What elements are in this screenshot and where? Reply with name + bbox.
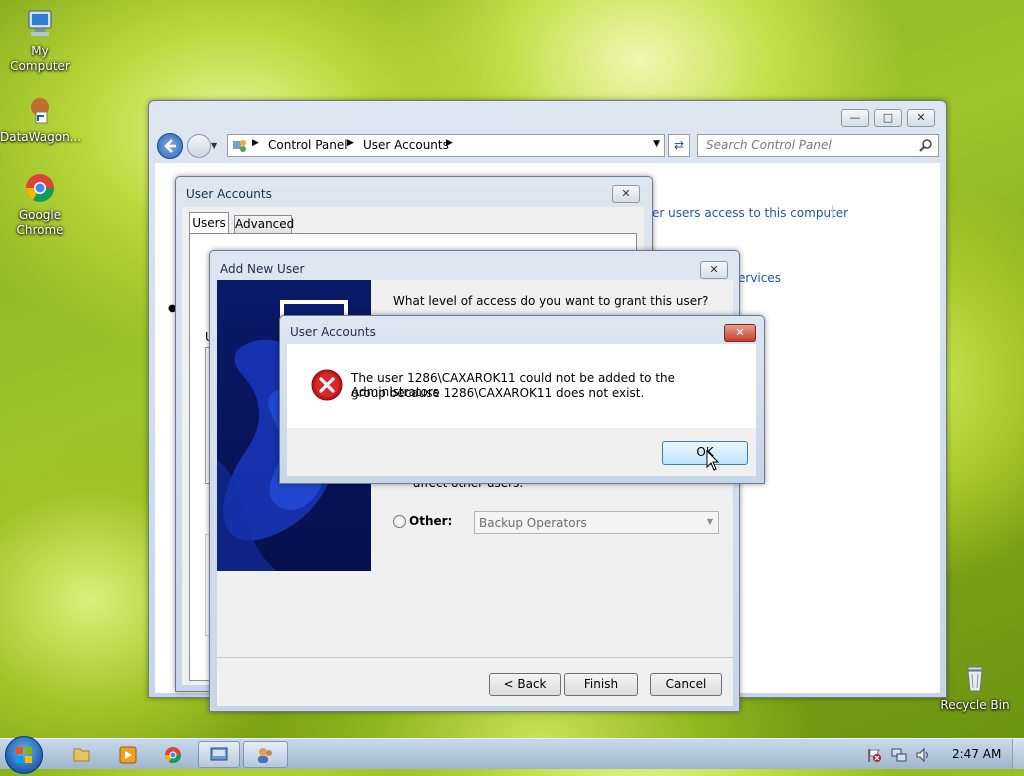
error-icon xyxy=(311,369,343,401)
datawagon-shortcut-icon xyxy=(24,94,56,126)
error-message-line-2: group because 1286\CAXAROK11 does not ex… xyxy=(351,386,645,400)
error-message-box: User Accounts ✕ The user 1286\CAXAROK11 … xyxy=(279,315,765,484)
close-button[interactable]: ✕ xyxy=(612,185,640,203)
breadcrumb-separator-icon: ▶ xyxy=(252,138,259,148)
back-button[interactable]: < Back xyxy=(489,673,561,696)
recycle-bin-icon xyxy=(959,662,991,694)
access-question: What level of access do you want to gran… xyxy=(393,294,709,308)
other-radio[interactable] xyxy=(393,515,406,528)
breadcrumb-control-panel[interactable]: Control Panel xyxy=(268,138,348,152)
network-icon[interactable] xyxy=(891,747,907,763)
wizard-title: Add New User xyxy=(220,262,305,276)
finish-button[interactable]: Finish xyxy=(564,673,638,696)
back-button[interactable] xyxy=(157,133,183,159)
services-link[interactable]: ervices xyxy=(738,271,781,285)
search-icon xyxy=(919,139,932,152)
button-divider xyxy=(217,657,733,658)
select-value: Backup Operators xyxy=(479,516,587,530)
other-group-select[interactable]: Backup Operators ▼ xyxy=(474,511,719,534)
message-box-title: User Accounts xyxy=(290,325,376,339)
message-area: The user 1286\CAXAROK11 could not be add… xyxy=(287,344,756,428)
close-button[interactable]: ✕ xyxy=(724,324,756,342)
control-panel-icon xyxy=(210,747,228,761)
start-button[interactable] xyxy=(5,736,43,774)
search-box[interactable]: Search Control Panel xyxy=(697,134,939,157)
desktop-icon-label: DataWagon... xyxy=(0,130,82,144)
breadcrumb-separator-icon: ▶ xyxy=(347,138,354,148)
divider xyxy=(832,205,833,219)
desktop-icon-label: Recycle Bin xyxy=(940,698,1010,712)
mouse-cursor-icon xyxy=(706,450,720,471)
media-player-icon xyxy=(119,746,137,764)
other-label: Other: xyxy=(409,514,453,528)
tab-label: Advanced xyxy=(235,217,295,231)
minimize-button[interactable]: — xyxy=(841,109,869,127)
folder-icon xyxy=(73,748,90,762)
control-panel-icon xyxy=(232,137,248,156)
close-button[interactable]: ✕ xyxy=(907,109,935,127)
clock[interactable]: 2:47 AM xyxy=(952,747,1001,761)
taskbar-explorer[interactable] xyxy=(61,742,101,767)
taskbar-media-player[interactable] xyxy=(108,742,148,767)
tab-users[interactable]: Users xyxy=(189,212,229,234)
computer-icon xyxy=(24,8,56,40)
address-bar[interactable]: ▶ Control Panel ▶ User Accounts ▶ ▼ xyxy=(227,134,665,157)
forward-button[interactable] xyxy=(187,134,211,158)
refresh-button[interactable]: ⇄ xyxy=(668,134,690,157)
tab-label: Users xyxy=(192,216,226,230)
close-button[interactable]: ✕ xyxy=(700,261,728,279)
back-arrow-icon xyxy=(164,139,176,153)
user-access-link[interactable]: er users access to this computer xyxy=(652,206,848,220)
taskbar: 2:47 AM xyxy=(0,736,1024,774)
maximize-button[interactable]: □ xyxy=(874,109,902,127)
taskbar-user-accounts[interactable] xyxy=(243,741,288,768)
chrome-icon xyxy=(24,172,56,204)
address-dropdown-icon[interactable]: ▼ xyxy=(653,139,660,149)
show-desktop-button[interactable] xyxy=(1012,739,1024,769)
tab-advanced[interactable]: Advanced xyxy=(234,215,295,234)
desktop-icon-my-computer[interactable]: My Computer xyxy=(0,8,80,74)
breadcrumb-user-accounts[interactable]: User Accounts xyxy=(363,138,449,152)
chrome-icon xyxy=(164,747,182,764)
action-center-flag-icon[interactable] xyxy=(866,747,882,763)
desktop-icon-recycle-bin[interactable]: Recycle Bin xyxy=(935,662,1015,713)
taskbar-chrome[interactable] xyxy=(153,742,193,767)
search-placeholder: Search Control Panel xyxy=(706,138,832,152)
volume-icon[interactable] xyxy=(915,747,931,763)
dialog-title: User Accounts xyxy=(186,187,272,201)
desktop-icon-label: My Computer xyxy=(10,44,70,73)
user-accounts-icon xyxy=(258,748,272,763)
cancel-button[interactable]: Cancel xyxy=(650,673,722,696)
desktop-icon-chrome[interactable]: Google Chrome xyxy=(0,172,80,238)
breadcrumb-separator-icon: ▶ xyxy=(446,138,453,148)
desktop-icon-datawagon[interactable]: DataWagon... xyxy=(0,94,82,145)
chevron-down-icon: ▼ xyxy=(706,517,713,526)
desktop-icon-label: Google Chrome xyxy=(16,208,64,237)
taskbar-control-panel[interactable] xyxy=(198,741,240,768)
recent-pages-dropdown[interactable]: ▼ xyxy=(211,141,217,150)
